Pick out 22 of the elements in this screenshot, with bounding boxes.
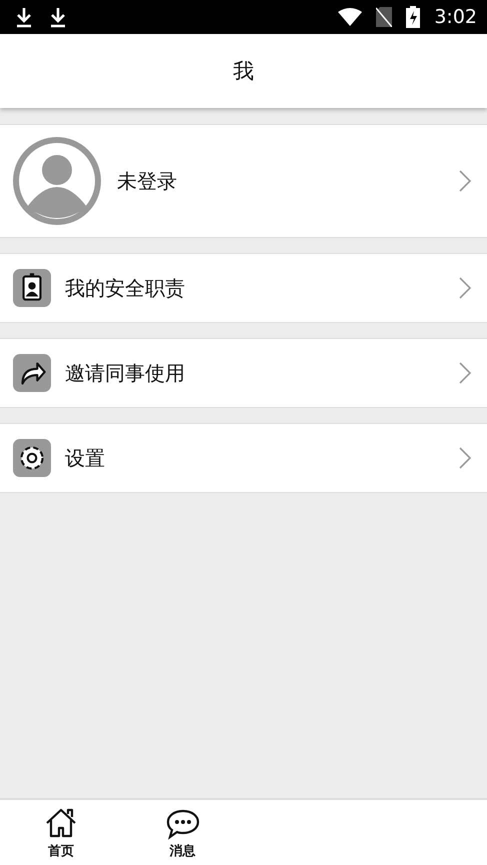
settings-icon (13, 439, 51, 477)
tab-item[interactable]: 首页 (0, 800, 122, 865)
download-icon (14, 6, 34, 28)
status-time: 3:02 (434, 6, 477, 28)
share-icon (13, 354, 51, 392)
menu-item[interactable]: 我的安全职责 (0, 253, 487, 323)
no-sim-icon (376, 7, 392, 27)
download-icon (48, 6, 68, 28)
wifi-icon (338, 8, 362, 26)
chevron-icon (459, 277, 471, 299)
tab-item[interactable]: 消息 (122, 800, 244, 865)
login-status: 未登录 (117, 168, 178, 194)
badge-icon (13, 269, 51, 307)
chevron-icon (459, 170, 471, 192)
avatar-icon (13, 137, 101, 225)
page-title: 我 (233, 58, 254, 85)
profile-row[interactable]: 未登录 (0, 124, 487, 238)
chevron-icon (459, 362, 471, 384)
menu-item[interactable]: 邀请同事使用 (0, 338, 487, 408)
chevron-icon (459, 447, 471, 469)
menu-item[interactable]: 设置 (0, 423, 487, 493)
battery-icon (406, 6, 420, 28)
